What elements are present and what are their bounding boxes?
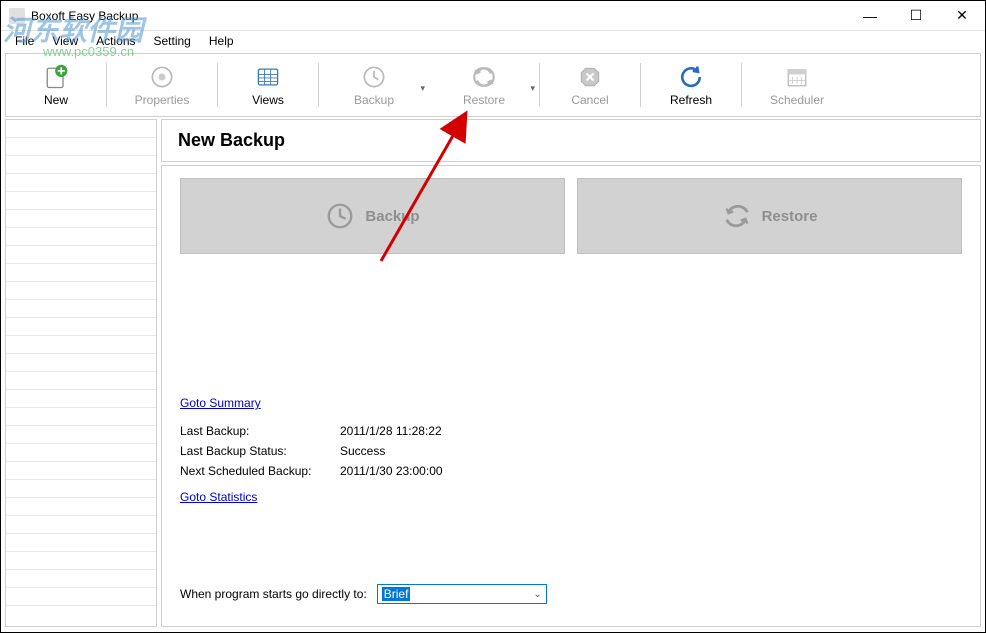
clock-icon <box>325 201 355 231</box>
refresh-label: Refresh <box>670 93 712 107</box>
list-item[interactable] <box>6 138 156 156</box>
last-backup-value: 2011/1/28 11:28:22 <box>340 424 442 438</box>
list-item[interactable] <box>6 588 156 606</box>
next-sched-value: 2011/1/30 23:00:00 <box>340 464 443 478</box>
cycle-icon <box>722 201 752 231</box>
restore-icon <box>470 63 498 91</box>
list-item[interactable] <box>6 300 156 318</box>
minimize-button[interactable]: — <box>847 1 893 31</box>
page-title: New Backup <box>161 119 981 162</box>
content-panel: New Backup Backup <box>161 119 981 627</box>
list-item[interactable] <box>6 426 156 444</box>
list-item[interactable] <box>6 246 156 264</box>
backup-label: Backup <box>354 93 394 107</box>
scheduler-label: Scheduler <box>770 93 824 107</box>
maximize-button[interactable]: ☐ <box>893 1 939 31</box>
last-status-label: Last Backup Status: <box>180 444 340 458</box>
cancel-icon <box>576 63 604 91</box>
list-item[interactable] <box>6 192 156 210</box>
new-button[interactable]: New <box>6 55 106 115</box>
big-backup-button[interactable]: Backup <box>180 178 565 254</box>
app-icon <box>9 8 25 24</box>
properties-icon <box>148 63 176 91</box>
menu-file[interactable]: File <box>7 32 42 50</box>
views-icon <box>254 63 282 91</box>
list-item[interactable] <box>6 210 156 228</box>
menu-view[interactable]: View <box>44 32 86 50</box>
close-button[interactable]: ✕ <box>939 1 985 31</box>
titlebar: Boxoft Easy Backup — ☐ ✕ <box>1 1 985 31</box>
refresh-button[interactable]: Refresh <box>641 55 741 115</box>
last-backup-label: Last Backup: <box>180 424 340 438</box>
list-item[interactable] <box>6 156 156 174</box>
menu-actions[interactable]: Actions <box>88 32 143 50</box>
list-item[interactable] <box>6 444 156 462</box>
new-label: New <box>44 93 68 107</box>
new-icon <box>42 63 70 91</box>
sidebar[interactable] <box>5 119 157 627</box>
backup-button[interactable]: Backup ▾ <box>319 55 429 115</box>
content-body: Backup Restore Goto Summary Last Backu <box>161 165 981 627</box>
summary-section: Goto Summary Last Backup: 2011/1/28 11:2… <box>180 396 443 504</box>
list-item[interactable] <box>6 498 156 516</box>
cancel-label: Cancel <box>571 93 608 107</box>
window-title: Boxoft Easy Backup <box>31 9 138 23</box>
chevron-down-icon[interactable]: ▾ <box>420 83 425 94</box>
list-item[interactable] <box>6 534 156 552</box>
list-item[interactable] <box>6 336 156 354</box>
cancel-button[interactable]: Cancel <box>540 55 640 115</box>
menubar: File View Actions Setting Help <box>1 31 985 51</box>
list-item[interactable] <box>6 282 156 300</box>
list-item[interactable] <box>6 372 156 390</box>
restore-button[interactable]: Restore ▾ <box>429 55 539 115</box>
big-backup-label: Backup <box>365 208 419 225</box>
list-item[interactable] <box>6 318 156 336</box>
last-status-value: Success <box>340 444 385 458</box>
list-item[interactable] <box>6 354 156 372</box>
main-area: New Backup Backup <box>5 119 981 627</box>
views-button[interactable]: Views <box>218 55 318 115</box>
list-item[interactable] <box>6 480 156 498</box>
menu-help[interactable]: Help <box>201 32 242 50</box>
views-label: Views <box>252 93 284 107</box>
goto-summary-link[interactable]: Goto Summary <box>180 396 261 410</box>
backup-icon <box>360 63 388 91</box>
chevron-down-icon: ⌄ <box>533 589 541 600</box>
list-item[interactable] <box>6 408 156 426</box>
big-restore-label: Restore <box>762 208 818 225</box>
list-item[interactable] <box>6 552 156 570</box>
list-item[interactable] <box>6 120 156 138</box>
list-item[interactable] <box>6 462 156 480</box>
list-item[interactable] <box>6 264 156 282</box>
next-sched-label: Next Scheduled Backup: <box>180 464 340 478</box>
big-restore-button[interactable]: Restore <box>577 178 962 254</box>
properties-label: Properties <box>135 93 190 107</box>
toolbar: New Properties Views Backup ▾ <box>5 53 981 117</box>
menu-setting[interactable]: Setting <box>146 32 199 50</box>
startup-label: When program starts go directly to: <box>180 587 367 601</box>
goto-statistics-link[interactable]: Goto Statistics <box>180 490 257 504</box>
restore-label: Restore <box>463 93 505 107</box>
properties-button[interactable]: Properties <box>107 55 217 115</box>
list-item[interactable] <box>6 570 156 588</box>
scheduler-icon <box>783 63 811 91</box>
startup-value: Brief <box>382 587 411 601</box>
refresh-icon <box>677 63 705 91</box>
list-item[interactable] <box>6 516 156 534</box>
startup-section: When program starts go directly to: Brie… <box>180 584 547 604</box>
scheduler-button[interactable]: Scheduler <box>742 55 852 115</box>
chevron-down-icon[interactable]: ▾ <box>530 83 535 94</box>
startup-combobox[interactable]: Brief ⌄ <box>377 584 547 604</box>
list-item[interactable] <box>6 174 156 192</box>
list-item[interactable] <box>6 228 156 246</box>
list-item[interactable] <box>6 390 156 408</box>
